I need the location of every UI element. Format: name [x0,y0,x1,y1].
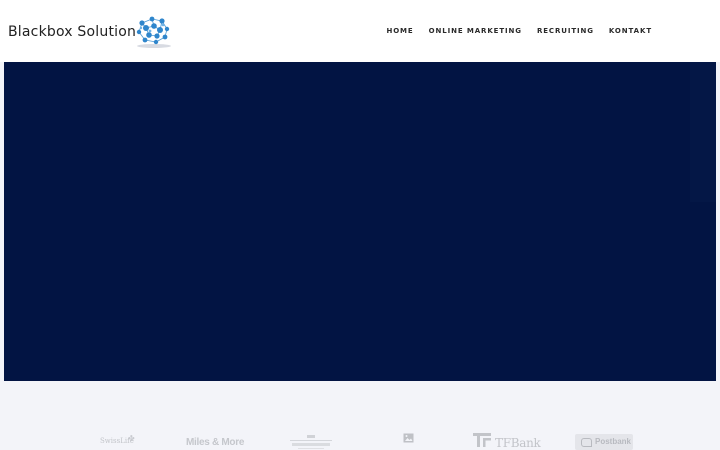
hero-banner [4,62,716,381]
main-nav: HOME ONLINE MARKETING RECRUITING KONTAKT [386,27,652,35]
nav-online-marketing[interactable]: ONLINE MARKETING [429,27,522,35]
hero-shade [690,62,716,202]
nav-kontakt[interactable]: KONTAKT [609,27,652,35]
postbank-label: Postbank [595,437,632,446]
site-header: Blackbox Solution HOME ONLINE MARKETING … [0,0,720,62]
postbank-mark-icon [581,438,592,447]
nav-home[interactable]: HOME [386,27,413,35]
nav-recruiting[interactable]: RECRUITING [537,27,594,35]
network-globe-icon[interactable] [132,13,176,49]
partner-logo-tfbank: TFBank [495,436,541,450]
swisslife-mark-icon: ✤ [128,434,135,443]
partner-logo-miles-and-more: Miles & More [186,437,245,448]
tfbank-mark-icon [473,433,491,447]
brand-name[interactable]: Blackbox Solution [8,24,136,40]
partner-logo-hotel-icon [290,435,332,449]
image-placeholder-icon [403,433,414,443]
partner-logo-postbank: Postbank [575,434,633,450]
